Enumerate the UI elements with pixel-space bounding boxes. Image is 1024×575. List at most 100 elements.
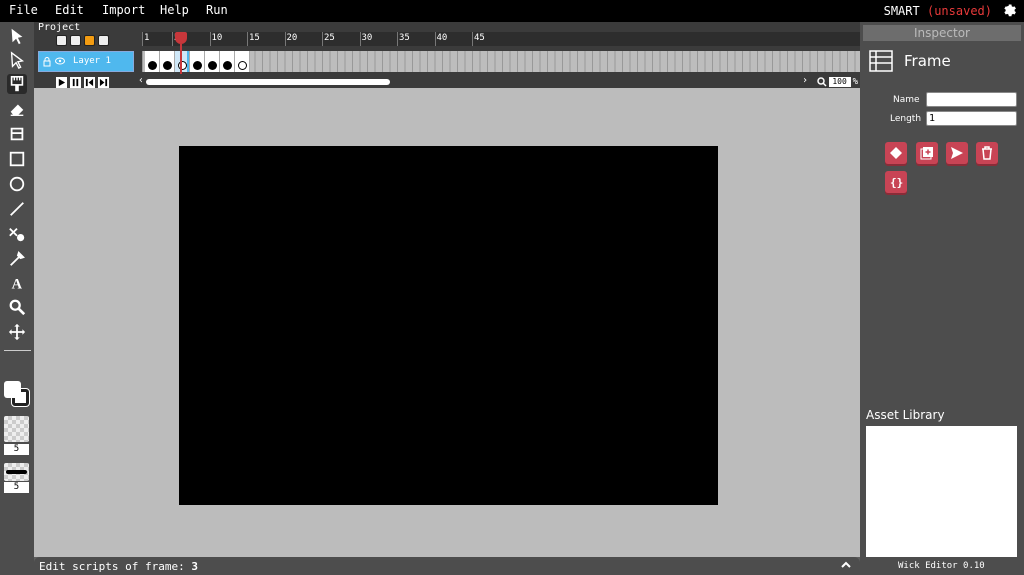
eye-icon[interactable] (55, 57, 65, 65)
opacity-value[interactable]: 5 (4, 444, 29, 455)
ruler-label: 45 (474, 33, 485, 43)
fill-bucket-tool[interactable] (7, 124, 27, 144)
duplicate-icon (920, 147, 933, 160)
playback-controls (56, 77, 109, 88)
eraser-tool[interactable] (7, 99, 27, 119)
path-edit-icon (9, 227, 25, 242)
chevron-up-icon[interactable] (840, 559, 852, 571)
fill-color-swatch[interactable] (4, 381, 21, 398)
version-label: Wick Editor 0.10 (898, 561, 985, 571)
menu-help[interactable]: Help (160, 3, 189, 17)
timeline: Project 151015202530354045 Layer 1 ‹ › 1… (34, 22, 860, 88)
text-tool[interactable]: A (7, 273, 27, 293)
pan-tool[interactable] (7, 322, 27, 342)
step-back-icon (85, 78, 94, 87)
lock-icon[interactable] (43, 57, 51, 67)
zoom-tool[interactable] (7, 297, 27, 317)
convert-keyframe-button[interactable] (885, 142, 907, 164)
frame-cell[interactable] (220, 51, 235, 72)
scrollbar-thumb[interactable] (146, 79, 390, 85)
project-title[interactable]: SMART (unsaved) (884, 4, 992, 18)
ruler-label: 25 (324, 33, 335, 43)
ruler-label: 40 (436, 33, 448, 43)
path-edit-tool[interactable] (7, 224, 27, 244)
frame-cell[interactable] (235, 51, 250, 72)
menu-run[interactable]: Run (206, 3, 228, 17)
svg-text:A: A (12, 276, 23, 292)
timeline-zoom: 100 % (816, 77, 858, 87)
stop-button[interactable] (70, 77, 81, 88)
gear-icon[interactable] (1002, 3, 1018, 19)
eraser-icon (10, 104, 24, 116)
frame-ruler[interactable]: 151015202530354045 (142, 32, 860, 46)
chevron-left-icon[interactable]: ‹ (138, 75, 144, 86)
length-input[interactable]: 1 (926, 111, 1017, 126)
menu-import[interactable]: Import (102, 3, 145, 17)
line-icon (10, 202, 24, 216)
menu-file[interactable]: File (9, 3, 38, 17)
status-frame-number: 3 (191, 560, 198, 573)
chevron-right-icon[interactable]: › (802, 75, 808, 86)
name-input[interactable] (926, 92, 1017, 107)
prev-frame-button[interactable] (84, 77, 95, 88)
duplicate-frame-button[interactable] (916, 142, 938, 164)
toolbar-divider (4, 350, 31, 351)
delete-layer-icon[interactable] (70, 35, 81, 46)
keyframe-dot (222, 61, 232, 70)
frame-cell[interactable] (190, 51, 205, 72)
playhead[interactable] (175, 32, 187, 44)
rectangle-tool[interactable] (7, 149, 27, 169)
script-braces-icon: {} (890, 176, 903, 189)
eyedropper-icon (10, 251, 25, 266)
stage[interactable] (179, 146, 718, 505)
frame-cell[interactable] (205, 51, 220, 72)
frame-icon (869, 50, 893, 72)
edit-scripts-button[interactable]: {} (885, 171, 907, 193)
frame-grid[interactable] (142, 51, 860, 72)
status-bar[interactable]: Edit scripts of frame: 3 (34, 557, 860, 575)
frame-selection-marker (187, 51, 189, 72)
delete-frame-button[interactable] (976, 142, 998, 164)
project-label[interactable]: Project (38, 22, 80, 33)
line-tool[interactable] (7, 199, 27, 219)
play-button[interactable] (56, 77, 67, 88)
zoom-unit: % (852, 77, 858, 87)
onion-skin-icon[interactable] (84, 35, 95, 46)
keyframe-icon (890, 147, 902, 159)
send-frame-button[interactable] (946, 142, 968, 164)
canvas-area[interactable] (34, 88, 860, 557)
magnifier-icon[interactable] (816, 77, 827, 87)
pointer-icon (10, 51, 25, 69)
rectangle-icon (9, 151, 25, 167)
length-label: Length (890, 114, 922, 124)
ruler-label: 20 (286, 33, 298, 43)
ellipse-icon (9, 176, 25, 192)
pointer-tool[interactable] (7, 50, 27, 70)
asset-library-list[interactable] (866, 426, 1017, 557)
opacity-swatch[interactable] (4, 416, 29, 442)
step-forward-icon (99, 78, 108, 87)
cursor-tool[interactable] (7, 26, 27, 46)
brush-size-value[interactable]: 5 (4, 482, 29, 493)
timeline-icons (56, 35, 109, 47)
frame-cell[interactable] (145, 51, 160, 72)
add-layer-icon[interactable] (56, 35, 67, 46)
layer-name: Layer 1 (73, 56, 111, 66)
menu-edit[interactable]: Edit (55, 3, 84, 17)
text-icon: A (12, 276, 23, 292)
frame-cell[interactable] (160, 51, 175, 72)
next-frame-button[interactable] (98, 77, 109, 88)
ruler-label: 10 (211, 33, 223, 43)
timeline-scrollbar[interactable]: ‹ › (138, 75, 808, 87)
brush-size-swatch[interactable] (4, 463, 29, 481)
brush-tool[interactable] (7, 74, 27, 94)
inspector-tab[interactable]: Inspector (863, 25, 1021, 41)
zoom-input[interactable]: 100 (828, 77, 851, 87)
fill-bucket-icon (10, 127, 24, 141)
asset-library-title: Asset Library (866, 408, 945, 422)
keyframe-dot (207, 61, 217, 70)
eyedropper-tool[interactable] (7, 249, 27, 269)
ellipse-tool[interactable] (7, 174, 27, 194)
layer-row-layer-1[interactable]: Layer 1 (38, 51, 134, 72)
timeline-zoom-icon[interactable] (98, 35, 109, 46)
